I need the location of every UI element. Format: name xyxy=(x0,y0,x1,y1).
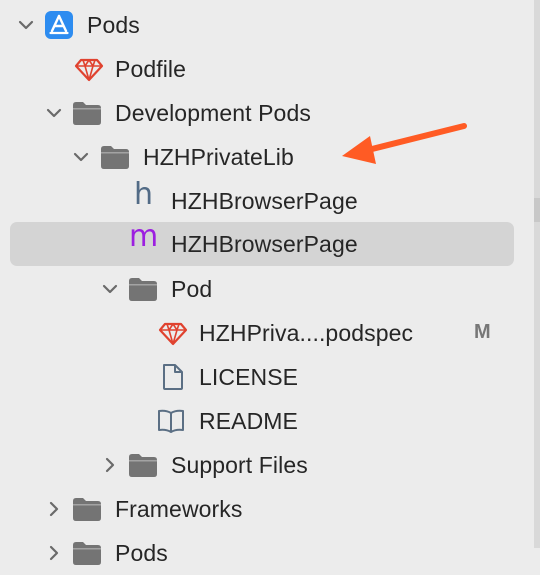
chevron-right-icon[interactable] xyxy=(44,499,64,519)
ruby-gem-icon xyxy=(158,322,188,346)
project-navigator: Pods Podfile Development Pods HZHPrivate… xyxy=(0,0,540,566)
tree-row-implementation-file[interactable]: m HZHBrowserPage xyxy=(0,222,534,266)
book-icon xyxy=(158,409,184,433)
tree-row-label: HZHBrowserPage xyxy=(171,231,358,257)
ruby-gem-icon xyxy=(74,58,104,82)
chevron-down-icon[interactable] xyxy=(16,15,36,35)
folder-icon xyxy=(73,498,101,521)
tree-row-label: Support Files xyxy=(171,452,308,478)
chevron-right-icon[interactable] xyxy=(44,543,64,563)
tree-row-podspec[interactable]: HZHPriva....podspec M xyxy=(0,311,534,355)
tree-row-label: HZHPriva....podspec xyxy=(199,320,414,346)
tree-row-pod[interactable]: Pod xyxy=(0,267,534,311)
tree-row-pods-group[interactable]: Pods xyxy=(0,531,534,575)
tree-row-pods[interactable]: Pods xyxy=(0,3,534,47)
tree-row-label: Frameworks xyxy=(115,496,243,522)
folder-icon xyxy=(73,102,101,125)
implementation-file-icon: m xyxy=(129,219,159,254)
chevron-down-icon[interactable] xyxy=(71,147,91,167)
folder-icon xyxy=(129,454,157,477)
tree-row-label: HZHPrivateLib xyxy=(143,144,294,170)
tree-row-license[interactable]: LICENSE xyxy=(0,355,534,399)
folder-icon xyxy=(129,278,157,301)
chevron-down-icon[interactable] xyxy=(44,103,64,123)
tree-row-label: Podfile xyxy=(115,56,187,82)
app-store-project-icon xyxy=(45,11,73,39)
tree-row-label: Development Pods xyxy=(115,100,311,126)
edge-marker xyxy=(534,198,540,222)
annotation-arrow-icon xyxy=(342,123,467,164)
source-control-modified-badge: M xyxy=(474,321,491,343)
tree-row-label: HZHBrowserPage xyxy=(171,188,358,214)
folder-icon xyxy=(101,146,129,169)
tree-row-label: Pods xyxy=(115,540,168,566)
chevron-down-icon[interactable] xyxy=(100,279,120,299)
tree-row-label: README xyxy=(199,408,299,434)
tree-row-label: Pod xyxy=(171,276,213,302)
window-edge xyxy=(534,0,540,548)
tree-row-header-file[interactable]: h HZHBrowserPage xyxy=(0,179,534,223)
tree-row-support-files[interactable]: Support Files xyxy=(0,443,534,487)
folder-icon xyxy=(73,542,101,565)
document-icon xyxy=(163,364,183,390)
tree-row-podfile[interactable]: Podfile xyxy=(0,47,534,91)
chevron-right-icon[interactable] xyxy=(100,455,120,475)
tree-row-label: Pods xyxy=(87,12,140,38)
header-file-icon: h xyxy=(134,177,154,212)
tree-row-label: LICENSE xyxy=(199,364,299,390)
tree-row-frameworks[interactable]: Frameworks xyxy=(0,487,534,531)
tree-row-readme[interactable]: README xyxy=(0,399,534,443)
